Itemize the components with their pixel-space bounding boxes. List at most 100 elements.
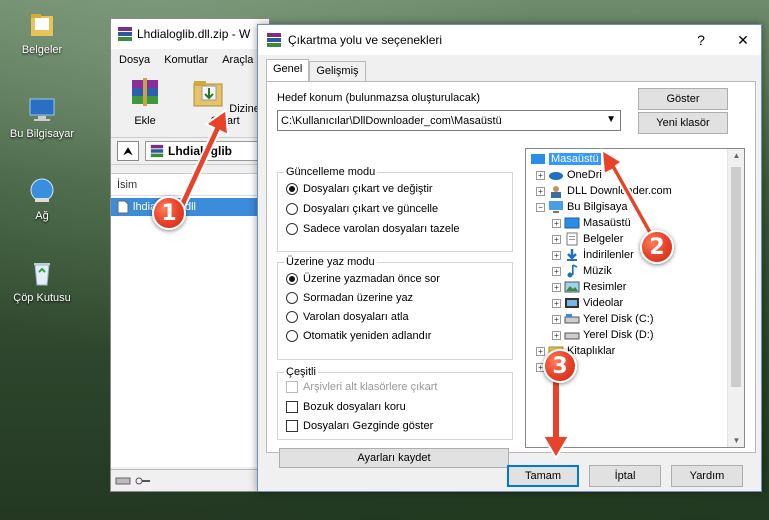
show-button[interactable]: Göster	[638, 88, 728, 110]
music-icon	[567, 264, 578, 278]
tab-genel[interactable]: Genel	[266, 59, 310, 82]
overwrite-option-rename[interactable]: Otomatik yeniden adlandır	[286, 330, 431, 342]
add-button[interactable]: Ekle	[119, 76, 171, 131]
cloud-icon	[549, 172, 563, 180]
destination-path-combobox[interactable]: C:\Kullanıcılar\DllDownloader_com\Masaüs…	[277, 110, 621, 131]
tree-item-pictures[interactable]: + Resimler	[552, 279, 626, 295]
help-button[interactable]: ?	[683, 32, 719, 48]
overwrite-option-always[interactable]: Sormadan üzerine yaz	[286, 292, 413, 304]
checkbox[interactable]	[286, 401, 298, 413]
file-row[interactable]: lhdialoglib.dll	[111, 198, 269, 216]
expand-icon[interactable]: +	[536, 346, 545, 356]
extract-to-button[interactable]: Dizine Çıkart	[181, 76, 269, 131]
tree-item-label: Müzik	[583, 265, 612, 277]
scroll-down-icon[interactable]: ▼	[728, 436, 744, 445]
new-folder-button[interactable]: Yeni klasör	[638, 112, 728, 134]
up-folder-button[interactable]: ⮝	[117, 141, 139, 161]
update-option-replace[interactable]: Dosyaları çıkart ve değiştir	[286, 183, 433, 195]
winrar-statusbar	[111, 469, 269, 491]
desktop-icon-belgeler[interactable]: Belgeler	[2, 10, 82, 56]
close-button[interactable]: ✕	[725, 32, 761, 49]
checkbox[interactable]	[286, 420, 298, 432]
step-marker-3: 3	[543, 349, 577, 383]
option-label: Arşivleri alt klasörlere çıkart	[303, 381, 438, 393]
menu-komutlar[interactable]: Komutlar	[164, 54, 208, 66]
user-icon	[551, 186, 561, 198]
tree-item-disk-d[interactable]: + Yerel Disk (D:)	[552, 327, 654, 343]
tree-item-downloads[interactable]: + İndirilenler	[552, 247, 634, 263]
desktop-folder-icon	[531, 154, 545, 164]
overwrite-mode-title: Üzerine yaz modu	[284, 256, 377, 268]
tree-item-label: Masaüstü	[549, 153, 601, 165]
videos-icon	[565, 298, 579, 308]
checkbox	[286, 381, 298, 393]
desktop-icon-computer[interactable]: Bu Bilgisayar	[2, 94, 82, 140]
path-text: Lhdialoglib	[168, 144, 232, 158]
help-dialog-button[interactable]: Yardım	[671, 465, 743, 487]
radio-button[interactable]	[286, 330, 298, 342]
radio-button[interactable]	[286, 273, 298, 285]
tree-scrollbar[interactable]: ▲ ▼	[727, 149, 744, 447]
chevron-down-icon[interactable]: ▼	[606, 114, 616, 125]
winrar-app-icon	[118, 27, 132, 41]
expand-icon[interactable]: +	[536, 186, 545, 196]
tree-item-disk-c[interactable]: + Yerel Disk (C:)	[552, 311, 654, 327]
menu-araclar[interactable]: Araçla	[222, 54, 253, 66]
tree-item-music[interactable]: + Müzik	[552, 263, 612, 279]
overwrite-option-ask[interactable]: Üzerine yazmadan önce sor	[286, 273, 440, 285]
tree-item-masaustu[interactable]: Masaüstü	[530, 151, 601, 167]
update-option-freshen[interactable]: Sadece varolan dosyaları tazele	[286, 223, 460, 235]
winrar-dialog-icon	[267, 33, 281, 47]
scroll-up-icon[interactable]: ▲	[728, 151, 744, 160]
documents-icon	[566, 232, 578, 246]
save-settings-button[interactable]: Ayarları kaydet	[279, 448, 509, 468]
radio-button[interactable]	[286, 203, 298, 215]
option-label: Üzerine yazmadan önce sor	[303, 273, 440, 285]
tree-item-thispc[interactable]: − Bu Bilgisaya	[536, 199, 628, 215]
tab-gelismis[interactable]: Gelişmiş	[309, 61, 366, 81]
desktop-icon-label: Çöp Kutusu	[13, 292, 71, 304]
radio-button[interactable]	[286, 183, 298, 195]
expand-icon[interactable]: +	[552, 266, 561, 276]
expand-icon[interactable]: +	[552, 298, 561, 308]
desktop-icon-label: Belgeler	[21, 44, 63, 56]
expand-icon[interactable]: +	[552, 234, 561, 244]
collapse-icon[interactable]: −	[536, 202, 545, 212]
expand-icon[interactable]: +	[536, 170, 545, 180]
expand-icon[interactable]: +	[552, 314, 561, 324]
radio-button[interactable]	[286, 223, 298, 235]
destination-path-value: C:\Kullanıcılar\DllDownloader_com\Masaüs…	[281, 114, 502, 127]
add-label: Ekle	[134, 115, 156, 127]
ok-button[interactable]: Tamam	[507, 465, 579, 487]
menu-dosya[interactable]: Dosya	[119, 54, 150, 66]
expand-icon[interactable]: +	[552, 218, 561, 228]
tree-item-dlldownloader[interactable]: + DLL Downloader.com	[536, 183, 672, 199]
path-field[interactable]: Lhdialoglib	[145, 141, 269, 161]
misc-option-keep-broken[interactable]: Bozuk dosyaları koru	[286, 401, 406, 413]
desktop-icon-network[interactable]: Ağ	[2, 176, 82, 222]
overwrite-option-skip[interactable]: Varolan dosyaları atla	[286, 311, 409, 323]
cancel-button[interactable]: İptal	[589, 465, 661, 487]
tree-item-videos[interactable]: + Videolar	[552, 295, 623, 311]
up-arrow-icon: ⮝	[122, 143, 134, 158]
winrar-title: Lhdialoglib.dll.zip - W	[137, 27, 251, 41]
tree-item-label: Videolar	[583, 297, 624, 309]
dialog-titlebar[interactable]: Çıkartma yolu ve seçenekleri ? ✕	[258, 25, 761, 55]
file-list: İsim lhdialoglib.dll	[111, 173, 269, 467]
winrar-titlebar[interactable]: Lhdialoglib.dll.zip - W	[111, 19, 269, 49]
tree-item-desktop[interactable]: + Masaüstü	[552, 215, 631, 231]
misc-option-show-explorer[interactable]: Dosyaları Gezginde göster	[286, 420, 433, 432]
expand-icon[interactable]: +	[552, 250, 561, 260]
tree-item-onedrive[interactable]: + OneDri	[536, 167, 602, 183]
expand-icon[interactable]: +	[552, 282, 561, 292]
update-option-update[interactable]: Dosyaları çıkart ve güncelle	[286, 203, 438, 215]
tree-item-documents[interactable]: + Belgeler	[552, 231, 623, 247]
expand-icon[interactable]: +	[552, 330, 561, 340]
radio-button[interactable]	[286, 311, 298, 323]
scrollbar-thumb[interactable]	[731, 167, 741, 387]
radio-button[interactable]	[286, 292, 298, 304]
folder-tree[interactable]: Masaüstü + OneDri + DLL Downloader.com −…	[525, 148, 745, 448]
column-header-name[interactable]: İsim	[111, 174, 269, 196]
desktop-icon-recycle[interactable]: Çöp Kutusu	[2, 258, 82, 304]
desktop-folder-icon	[564, 217, 580, 229]
